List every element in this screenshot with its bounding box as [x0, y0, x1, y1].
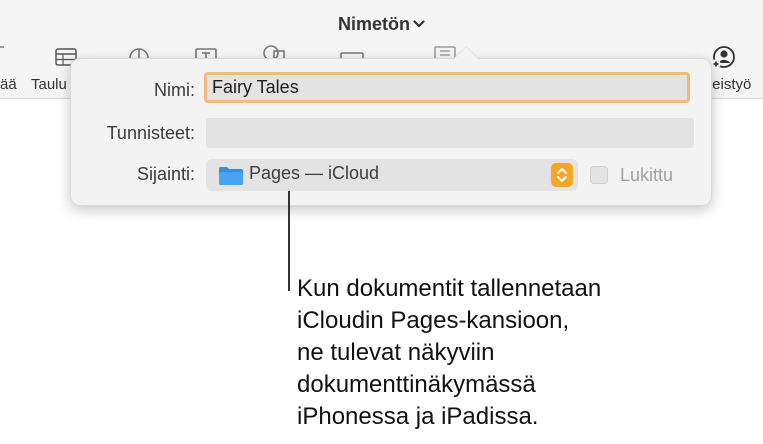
location-value: Pages — iCloud: [249, 163, 380, 183]
location-select[interactable]: Pages — iCloud: [206, 159, 578, 191]
callout-text: Kun dokumentit tallennetaan iCloudin Pag…: [297, 273, 717, 433]
chevron-up-down-icon[interactable]: [551, 163, 573, 187]
tags-label: Tunnisteet:: [106, 123, 195, 143]
toolbar-item-collaborate-label[interactable]: teistyö: [708, 76, 751, 93]
locked-label: Lukittu: [620, 165, 674, 185]
document-title-button[interactable]: Nimetön: [0, 12, 763, 35]
callout-line-1: Kun dokumentit tallennetaan: [297, 275, 602, 302]
locked-checkbox[interactable]: [590, 166, 608, 184]
callout-line-4: dokumenttinäkymässä: [297, 371, 536, 398]
callout-line-5: iPhonessa ja iPadissa.: [297, 403, 539, 430]
toolbar-item-label[interactable]: ää: [0, 76, 17, 93]
popover-arrow: [452, 46, 480, 60]
tags-input[interactable]: [206, 118, 694, 148]
folder-icon: [218, 166, 244, 186]
name-label: Nimi:: [154, 80, 195, 100]
toolbar-item-table-label[interactable]: Taulu: [31, 76, 67, 93]
collaborate-icon[interactable]: [711, 44, 737, 70]
callout-line-2: iCloudin Pages-kansioon,: [297, 307, 570, 334]
name-input[interactable]: [204, 72, 690, 103]
location-label: Sijainti:: [136, 164, 195, 184]
toolbar-partial-icon: [0, 46, 4, 48]
chevron-down-icon: [413, 12, 425, 33]
document-title: Nimetön: [338, 14, 410, 34]
callout-line: [288, 191, 290, 291]
document-info-popover: Nimi: Tunnisteet: Sijainti: Pages — iClo…: [70, 46, 712, 206]
callout-line-3: ne tulevat näkyviin: [297, 339, 495, 366]
